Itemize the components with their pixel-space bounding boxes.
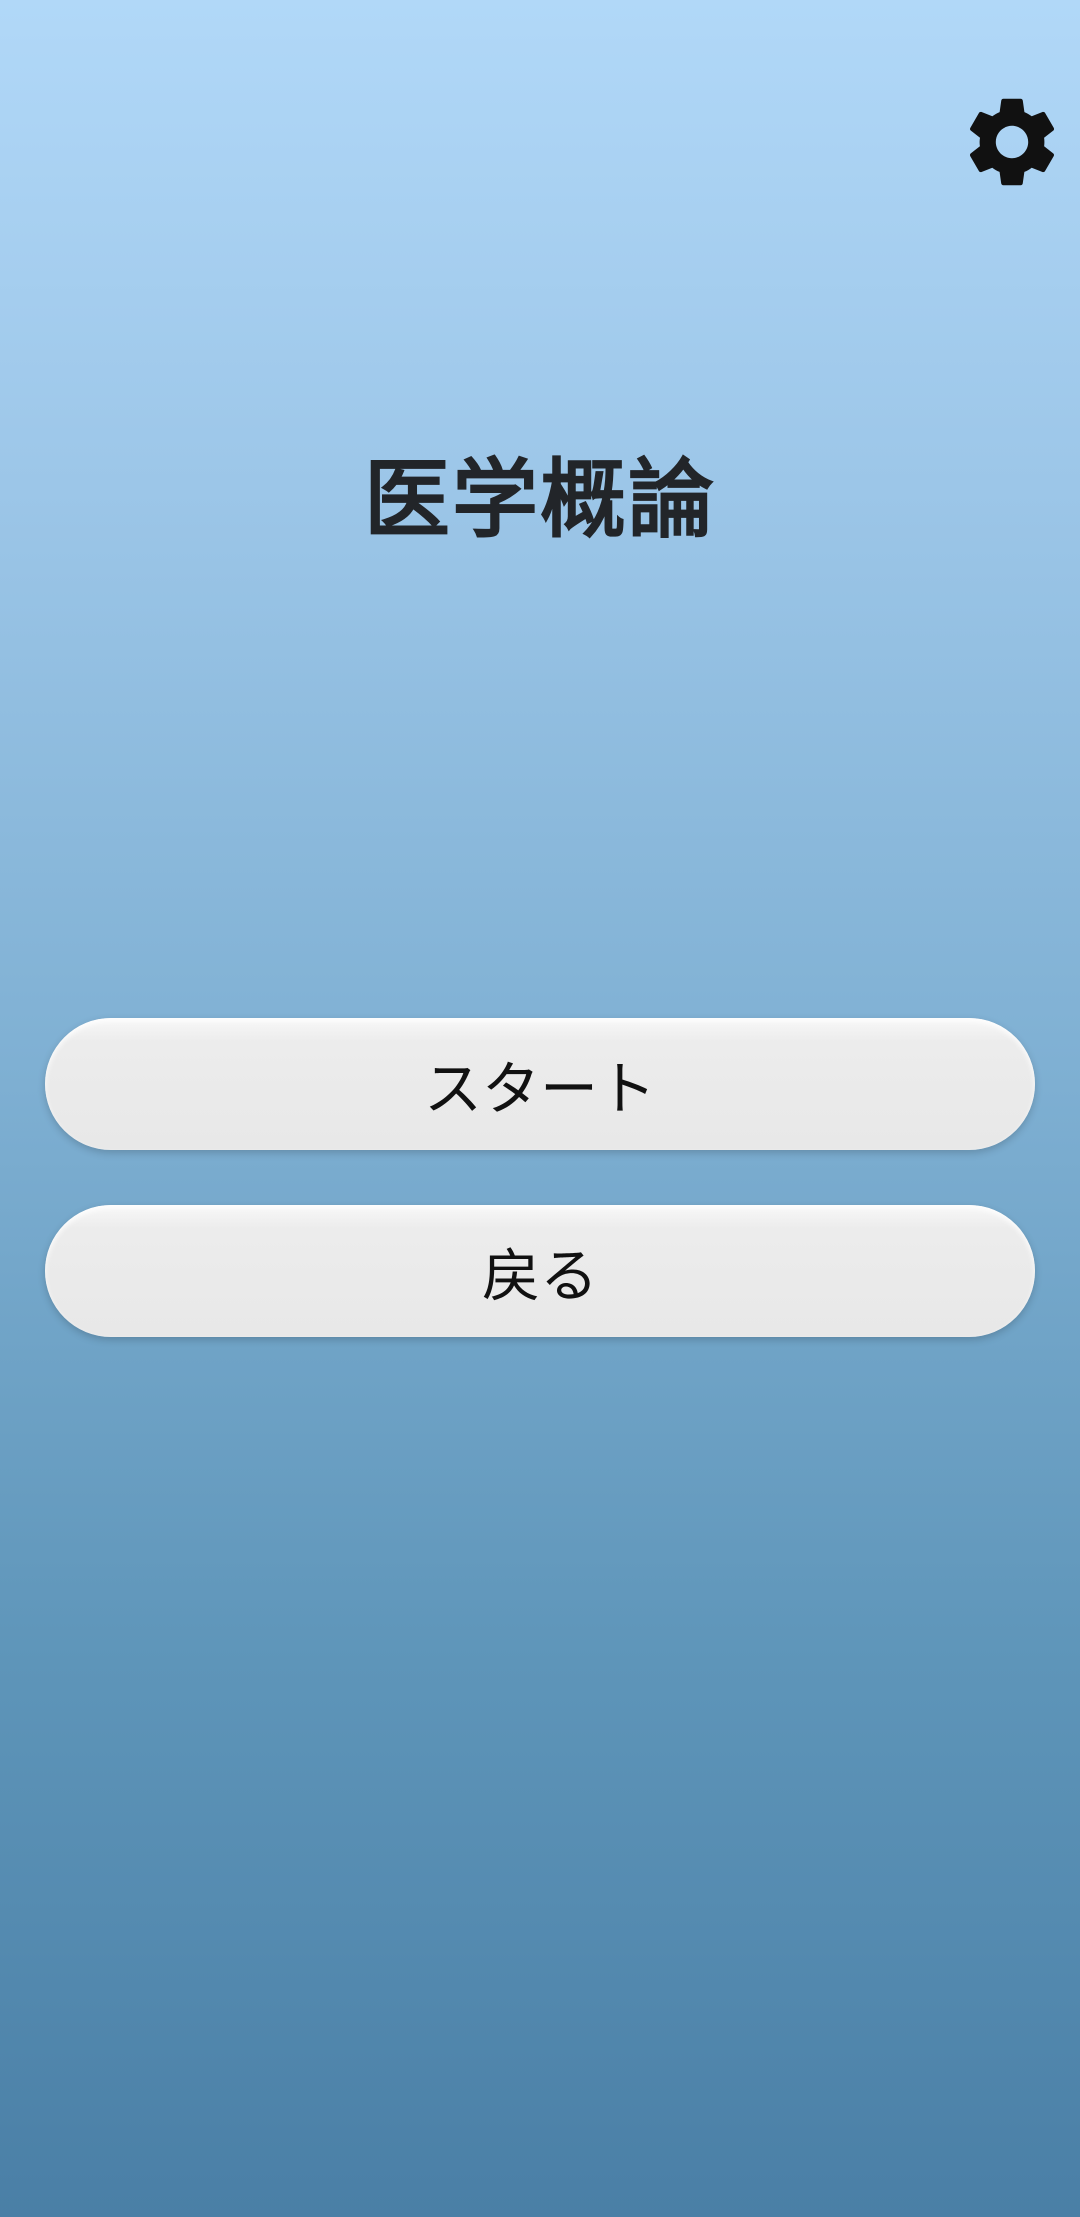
back-button-label: 戻る [481, 1242, 598, 1310]
page-title: 医学概論 [364, 450, 716, 550]
settings-button[interactable] [958, 88, 1066, 196]
start-button-label: スタート [423, 1055, 656, 1123]
back-button[interactable]: 戻る [45, 1205, 1035, 1337]
start-button[interactable]: スタート [45, 1018, 1035, 1150]
home-screen: 医学概論 スタート 戻る [0, 0, 1080, 2217]
gear-icon [969, 98, 1055, 186]
